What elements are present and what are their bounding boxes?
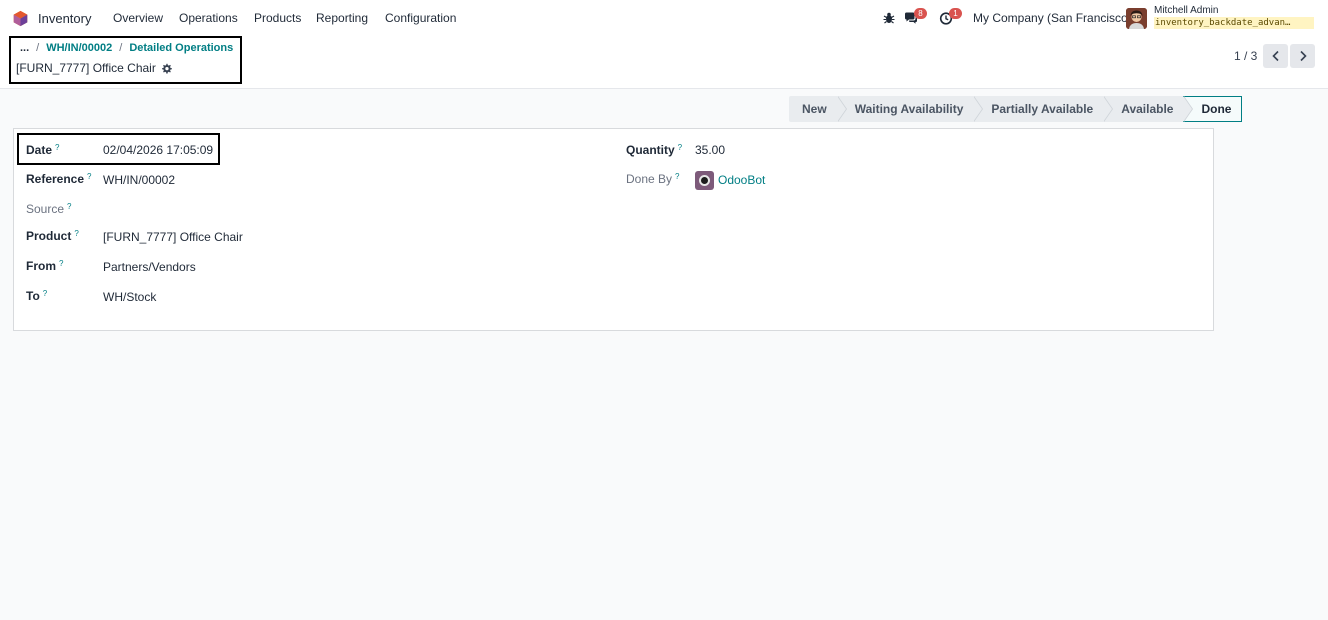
help-icon[interactable]: ? <box>67 202 71 211</box>
stage-partially-available[interactable]: Partially Available <box>973 96 1114 122</box>
menu-overview[interactable]: Overview <box>113 11 163 25</box>
top-navbar: Inventory Overview Operations Products R… <box>0 0 1328 36</box>
odoobot-avatar <box>695 171 714 190</box>
app-name[interactable]: Inventory <box>38 11 91 26</box>
chevron-right-icon <box>1299 50 1307 62</box>
chevron-left-icon <box>1271 50 1279 62</box>
activities-badge: 1 <box>949 8 962 19</box>
product-label: Product? <box>26 229 79 243</box>
help-icon[interactable]: ? <box>675 172 679 181</box>
from-label: From? <box>26 259 64 273</box>
menu-configuration[interactable]: Configuration <box>385 11 456 25</box>
reference-label: Reference? <box>26 172 92 186</box>
to-label: To? <box>26 289 48 303</box>
reference-value[interactable]: WH/IN/00002 <box>103 173 175 187</box>
record-title-text: [FURN_7777] Office Chair <box>16 61 156 75</box>
bug-icon[interactable] <box>882 11 896 25</box>
inventory-app-icon[interactable] <box>12 10 29 27</box>
help-icon[interactable]: ? <box>678 143 682 152</box>
help-icon[interactable]: ? <box>59 259 63 268</box>
done-by-value[interactable]: OdooBot <box>718 173 765 187</box>
breadcrumb-ellipsis[interactable]: ... <box>20 42 29 54</box>
date-value[interactable]: 02/04/2026 17:05:09 <box>103 143 213 157</box>
help-icon[interactable]: ? <box>87 172 91 181</box>
menu-products[interactable]: Products <box>254 11 301 25</box>
quantity-label: Quantity? <box>626 143 683 157</box>
database-name: inventory_backdate_advan… <box>1154 17 1314 29</box>
stage-new[interactable]: New <box>789 96 847 122</box>
stage-waiting-availability[interactable]: Waiting Availability <box>836 96 984 122</box>
help-icon[interactable]: ? <box>43 289 47 298</box>
quantity-value[interactable]: 35.00 <box>695 143 725 157</box>
gear-icon[interactable] <box>161 63 172 74</box>
from-value[interactable]: Partners/Vendors <box>103 260 196 274</box>
source-label: Source? <box>26 202 72 216</box>
breadcrumb-item-detailed-operations[interactable]: Detailed Operations <box>129 42 233 54</box>
menu-reporting[interactable]: Reporting <box>316 11 368 25</box>
user-avatar-icon <box>1126 8 1147 29</box>
product-value[interactable]: [FURN_7777] Office Chair <box>103 230 243 244</box>
breadcrumb-item-receipt[interactable]: WH/IN/00002 <box>46 42 112 54</box>
user-avatar[interactable] <box>1126 8 1147 29</box>
company-switcher[interactable]: My Company (San Francisco) <box>973 11 1132 25</box>
control-panel: ... / WH/IN/00002 / Detailed Operations … <box>0 36 1328 89</box>
stage-available[interactable]: Available <box>1103 96 1194 122</box>
status-bar: New Waiting Availability Partially Avail… <box>789 96 1243 122</box>
breadcrumb: ... / WH/IN/00002 / Detailed Operations <box>20 42 233 54</box>
user-name[interactable]: Mitchell Admin <box>1154 5 1218 16</box>
help-icon[interactable]: ? <box>55 143 59 152</box>
date-label: Date? <box>26 143 60 157</box>
pager-previous-button[interactable] <box>1263 44 1288 68</box>
menu-operations[interactable]: Operations <box>179 11 238 25</box>
pager-next-button[interactable] <box>1290 44 1315 68</box>
done-by-label: Done By? <box>626 172 680 186</box>
help-icon[interactable]: ? <box>74 229 78 238</box>
breadcrumb-separator: / <box>36 42 40 54</box>
breadcrumb-separator: / <box>119 42 123 54</box>
messages-badge: 8 <box>914 8 927 19</box>
page-title: [FURN_7777] Office Chair <box>16 61 172 75</box>
pager-value[interactable]: 1 / 3 <box>1234 49 1257 63</box>
to-value[interactable]: WH/Stock <box>103 290 156 304</box>
